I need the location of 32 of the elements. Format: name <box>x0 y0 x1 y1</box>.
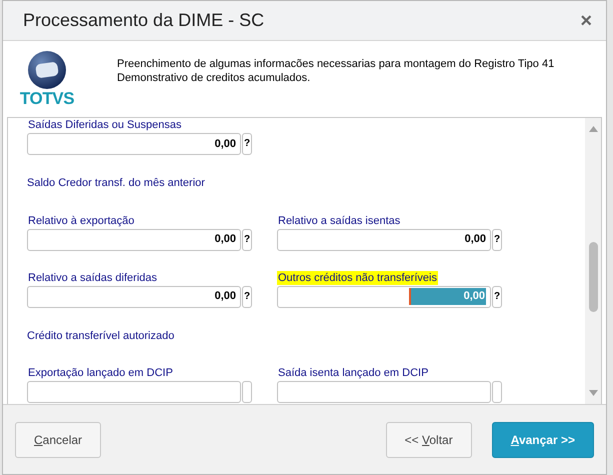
scrollbar-thumb[interactable] <box>588 242 598 312</box>
field-label: Saídas Diferidas ou Suspensas <box>27 118 182 132</box>
help-button[interactable]: ? <box>242 133 252 155</box>
footer-button[interactable]: << Voltar <box>386 422 472 458</box>
help-button[interactable]: ? <box>492 286 502 308</box>
input-field[interactable]: 0,00 <box>277 228 491 250</box>
scroll-up-icon[interactable] <box>588 126 598 132</box>
help-button[interactable]: ? <box>242 286 252 308</box>
window-title: Processamento da DIME - SC <box>23 9 264 32</box>
input-field[interactable] <box>27 381 241 403</box>
scroll-down-icon[interactable] <box>588 390 598 396</box>
field-label: Saída isenta lançado em DCIP <box>277 366 430 380</box>
totvs-logo: TOTVS <box>17 50 77 107</box>
description-text: Preenchimento de algumas informacões necessarias para montagem do Registro Tipo 41 Demonstrativo de creditos acumulados. <box>117 57 556 85</box>
field-label: Relativo a saídas isentas <box>277 214 402 228</box>
field-label: Exportação lançado em DCIP <box>27 366 174 380</box>
help-button[interactable]: ? <box>242 228 252 250</box>
help-button[interactable] <box>242 381 252 403</box>
help-button[interactable] <box>492 381 502 403</box>
input-field[interactable] <box>277 381 491 403</box>
field-label: Outros créditos não transferíveis <box>277 270 438 284</box>
input-field[interactable]: 0,00 <box>27 133 241 155</box>
input-field[interactable]: 0,00 <box>27 286 241 308</box>
section-heading: Saldo Credor transf. do mês anterior <box>27 176 206 191</box>
field-label: Relativo à exportação <box>27 214 136 228</box>
section-heading: Crédito transferível autorizado <box>27 328 176 344</box>
field-label: Relativo a saídas diferidas <box>27 270 158 284</box>
help-button[interactable]: ? <box>492 228 502 250</box>
footer-button[interactable]: Cancelar <box>15 422 102 458</box>
input-field[interactable]: 0,00 <box>27 228 241 250</box>
close-button[interactable]: × <box>580 10 592 30</box>
scrollbar[interactable] <box>585 118 601 404</box>
